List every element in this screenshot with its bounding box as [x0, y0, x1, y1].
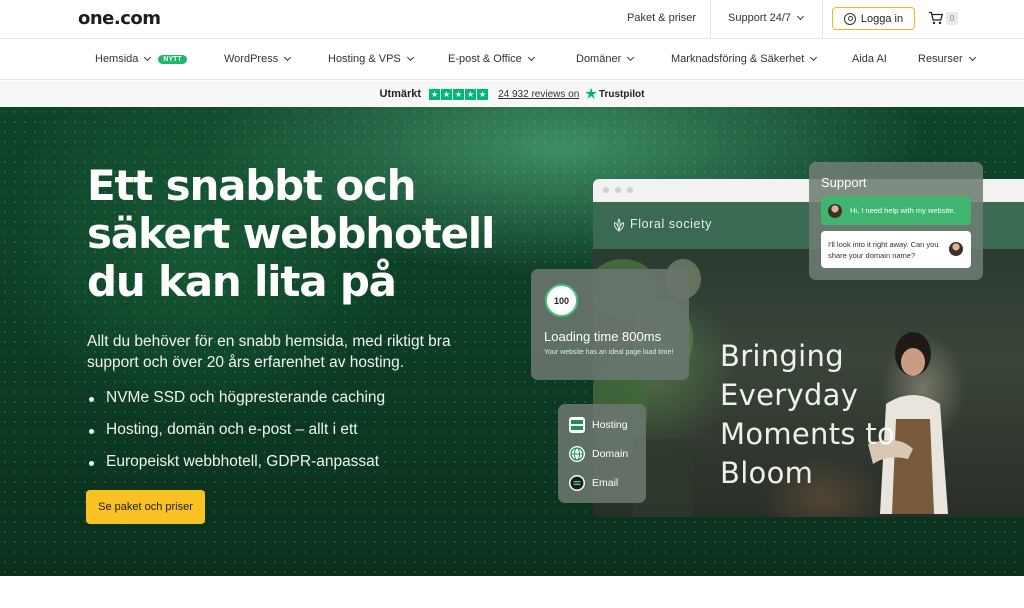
support-chat-card: Support Hi, I need help with my website.… [809, 162, 983, 280]
user-message-text: Hi, I need help with my website. [850, 206, 956, 215]
service-label: Hosting [592, 419, 628, 431]
trustpilot-brand: Trustpilot [598, 88, 645, 100]
window-dot [615, 187, 621, 193]
cart-icon[interactable] [928, 11, 944, 25]
packages-link[interactable]: Paket & priser [627, 12, 696, 24]
feature-item: NVMe SSD och högpresterande caching [87, 389, 385, 421]
nav-label: Aida AI [852, 53, 887, 65]
mock-site-name: Floral society [630, 217, 713, 231]
service-email: Email [569, 474, 618, 492]
server-icon [569, 417, 585, 433]
nav-item-hosting-vps[interactable]: Hosting & VPS [328, 53, 414, 65]
chevron-down-icon [527, 53, 535, 62]
window-dot [603, 187, 609, 193]
nav-label: Marknadsföring & Säkerhet [671, 53, 805, 65]
star-icon: ★ [477, 88, 489, 100]
trustpilot-bar: Utmärkt ★ ★ ★ ★ ★ 24 932 reviews on ★ Tr… [0, 81, 1024, 107]
nav-item-wordpress[interactable]: WordPress [224, 53, 292, 65]
nav-label: Domäner [576, 53, 622, 65]
nav-label: WordPress [224, 53, 279, 65]
flower-icon [613, 218, 625, 232]
chevron-down-icon [968, 53, 976, 62]
logo[interactable]: one.com [78, 8, 161, 29]
divider [710, 0, 711, 38]
nav-item-hemsida[interactable]: Hemsida NYTT [95, 53, 187, 65]
mock-hero-line: Everyday [720, 378, 859, 412]
chevron-down-icon [627, 53, 635, 62]
mock-hero-line: Moments to [720, 417, 896, 451]
star-icon: ★ [429, 88, 441, 100]
star-icon: ★ [441, 88, 453, 100]
hero-section: Ett snabbt och säkert webbhotell du kan … [0, 107, 1024, 576]
nav-label: E-post & Office [448, 53, 522, 65]
globe-icon [569, 446, 585, 462]
loading-title: Loading time 800ms [544, 329, 662, 344]
login-label: Logga in [860, 12, 904, 25]
feature-item: Europeiskt webbhotell, GDPR-anpassat [87, 453, 385, 485]
chevron-down-icon [284, 53, 292, 62]
service-domain: Domain [569, 445, 628, 463]
chevron-down-icon [406, 53, 414, 62]
chevron-down-icon [796, 12, 805, 21]
star-icon: ★ [453, 88, 465, 100]
reviews-link[interactable]: 24 932 reviews on [498, 89, 579, 100]
support-label: Support 24/7 [728, 12, 791, 24]
agent-message-text: I'll look into it right away. Can you sh… [828, 240, 939, 260]
cart-count-badge: 0 [946, 12, 958, 25]
chevron-down-icon [810, 53, 818, 62]
service-label: Domain [592, 448, 629, 460]
mock-hero-line: Bloom [720, 456, 814, 490]
service-hosting: Hosting [569, 416, 628, 434]
support-menu[interactable]: Support 24/7 [728, 12, 805, 24]
mock-hero-text: Bringing Everyday Moments to Bloom [720, 337, 895, 493]
avatar [828, 203, 842, 218]
see-packages-button[interactable]: Se paket och priser [86, 490, 205, 524]
nav-label: Hosting & VPS [328, 53, 401, 65]
user-icon [843, 12, 856, 25]
service-label: Email [592, 477, 619, 489]
nav-item-marketing-security[interactable]: Marknadsföring & Säkerhet [671, 53, 818, 65]
login-button[interactable]: Logga in [832, 7, 915, 30]
avatar [949, 242, 963, 256]
trustpilot-logo[interactable]: ★ Trustpilot [585, 86, 644, 102]
nav-label: Hemsida [95, 53, 139, 65]
feature-item: Hosting, domän och e-post – allt i ett [87, 421, 385, 453]
user-message: Hi, I need help with my website. [821, 196, 971, 225]
window-dot [627, 187, 633, 193]
support-title: Support [821, 175, 867, 190]
loading-time-card: 100 Loading time 800ms Your website has … [531, 269, 689, 380]
agent-message: I'll look into it right away. Can you sh… [821, 231, 971, 268]
rating-label: Utmärkt [379, 88, 422, 100]
new-badge: NYTT [158, 55, 187, 64]
nav-item-email-office[interactable]: E-post & Office [448, 53, 535, 65]
mock-hero-line: Bringing [720, 339, 844, 373]
divider [822, 0, 823, 38]
hero-title: Ett snabbt och säkert webbhotell du kan … [87, 161, 495, 306]
nav-item-domains[interactable]: Domäner [576, 53, 635, 65]
trustpilot-star-icon: ★ [585, 86, 597, 101]
hero-subtitle: Allt du behöver för en snabb hemsida, me… [87, 333, 451, 371]
top-bar: one.com Paket & priser Support 24/7 Logg… [0, 0, 1024, 39]
email-icon [569, 475, 585, 491]
nav-label: Resurser [918, 53, 963, 65]
nav-item-aida-ai[interactable]: Aida AI [852, 53, 887, 65]
star-icon: ★ [465, 88, 477, 100]
rating-stars: ★ ★ ★ ★ ★ [429, 88, 489, 100]
feature-list: NVMe SSD och högpresterande caching Host… [87, 389, 385, 485]
loading-description: Your website has an ideal page load time… [544, 349, 674, 356]
main-nav: Hemsida NYTT WordPress Hosting & VPS E-po… [0, 40, 1024, 80]
services-card: Hosting Domain Email [558, 404, 646, 503]
performance-score: 100 [545, 284, 578, 317]
chevron-down-icon [144, 53, 152, 62]
nav-item-resources[interactable]: Resurser [918, 53, 976, 65]
